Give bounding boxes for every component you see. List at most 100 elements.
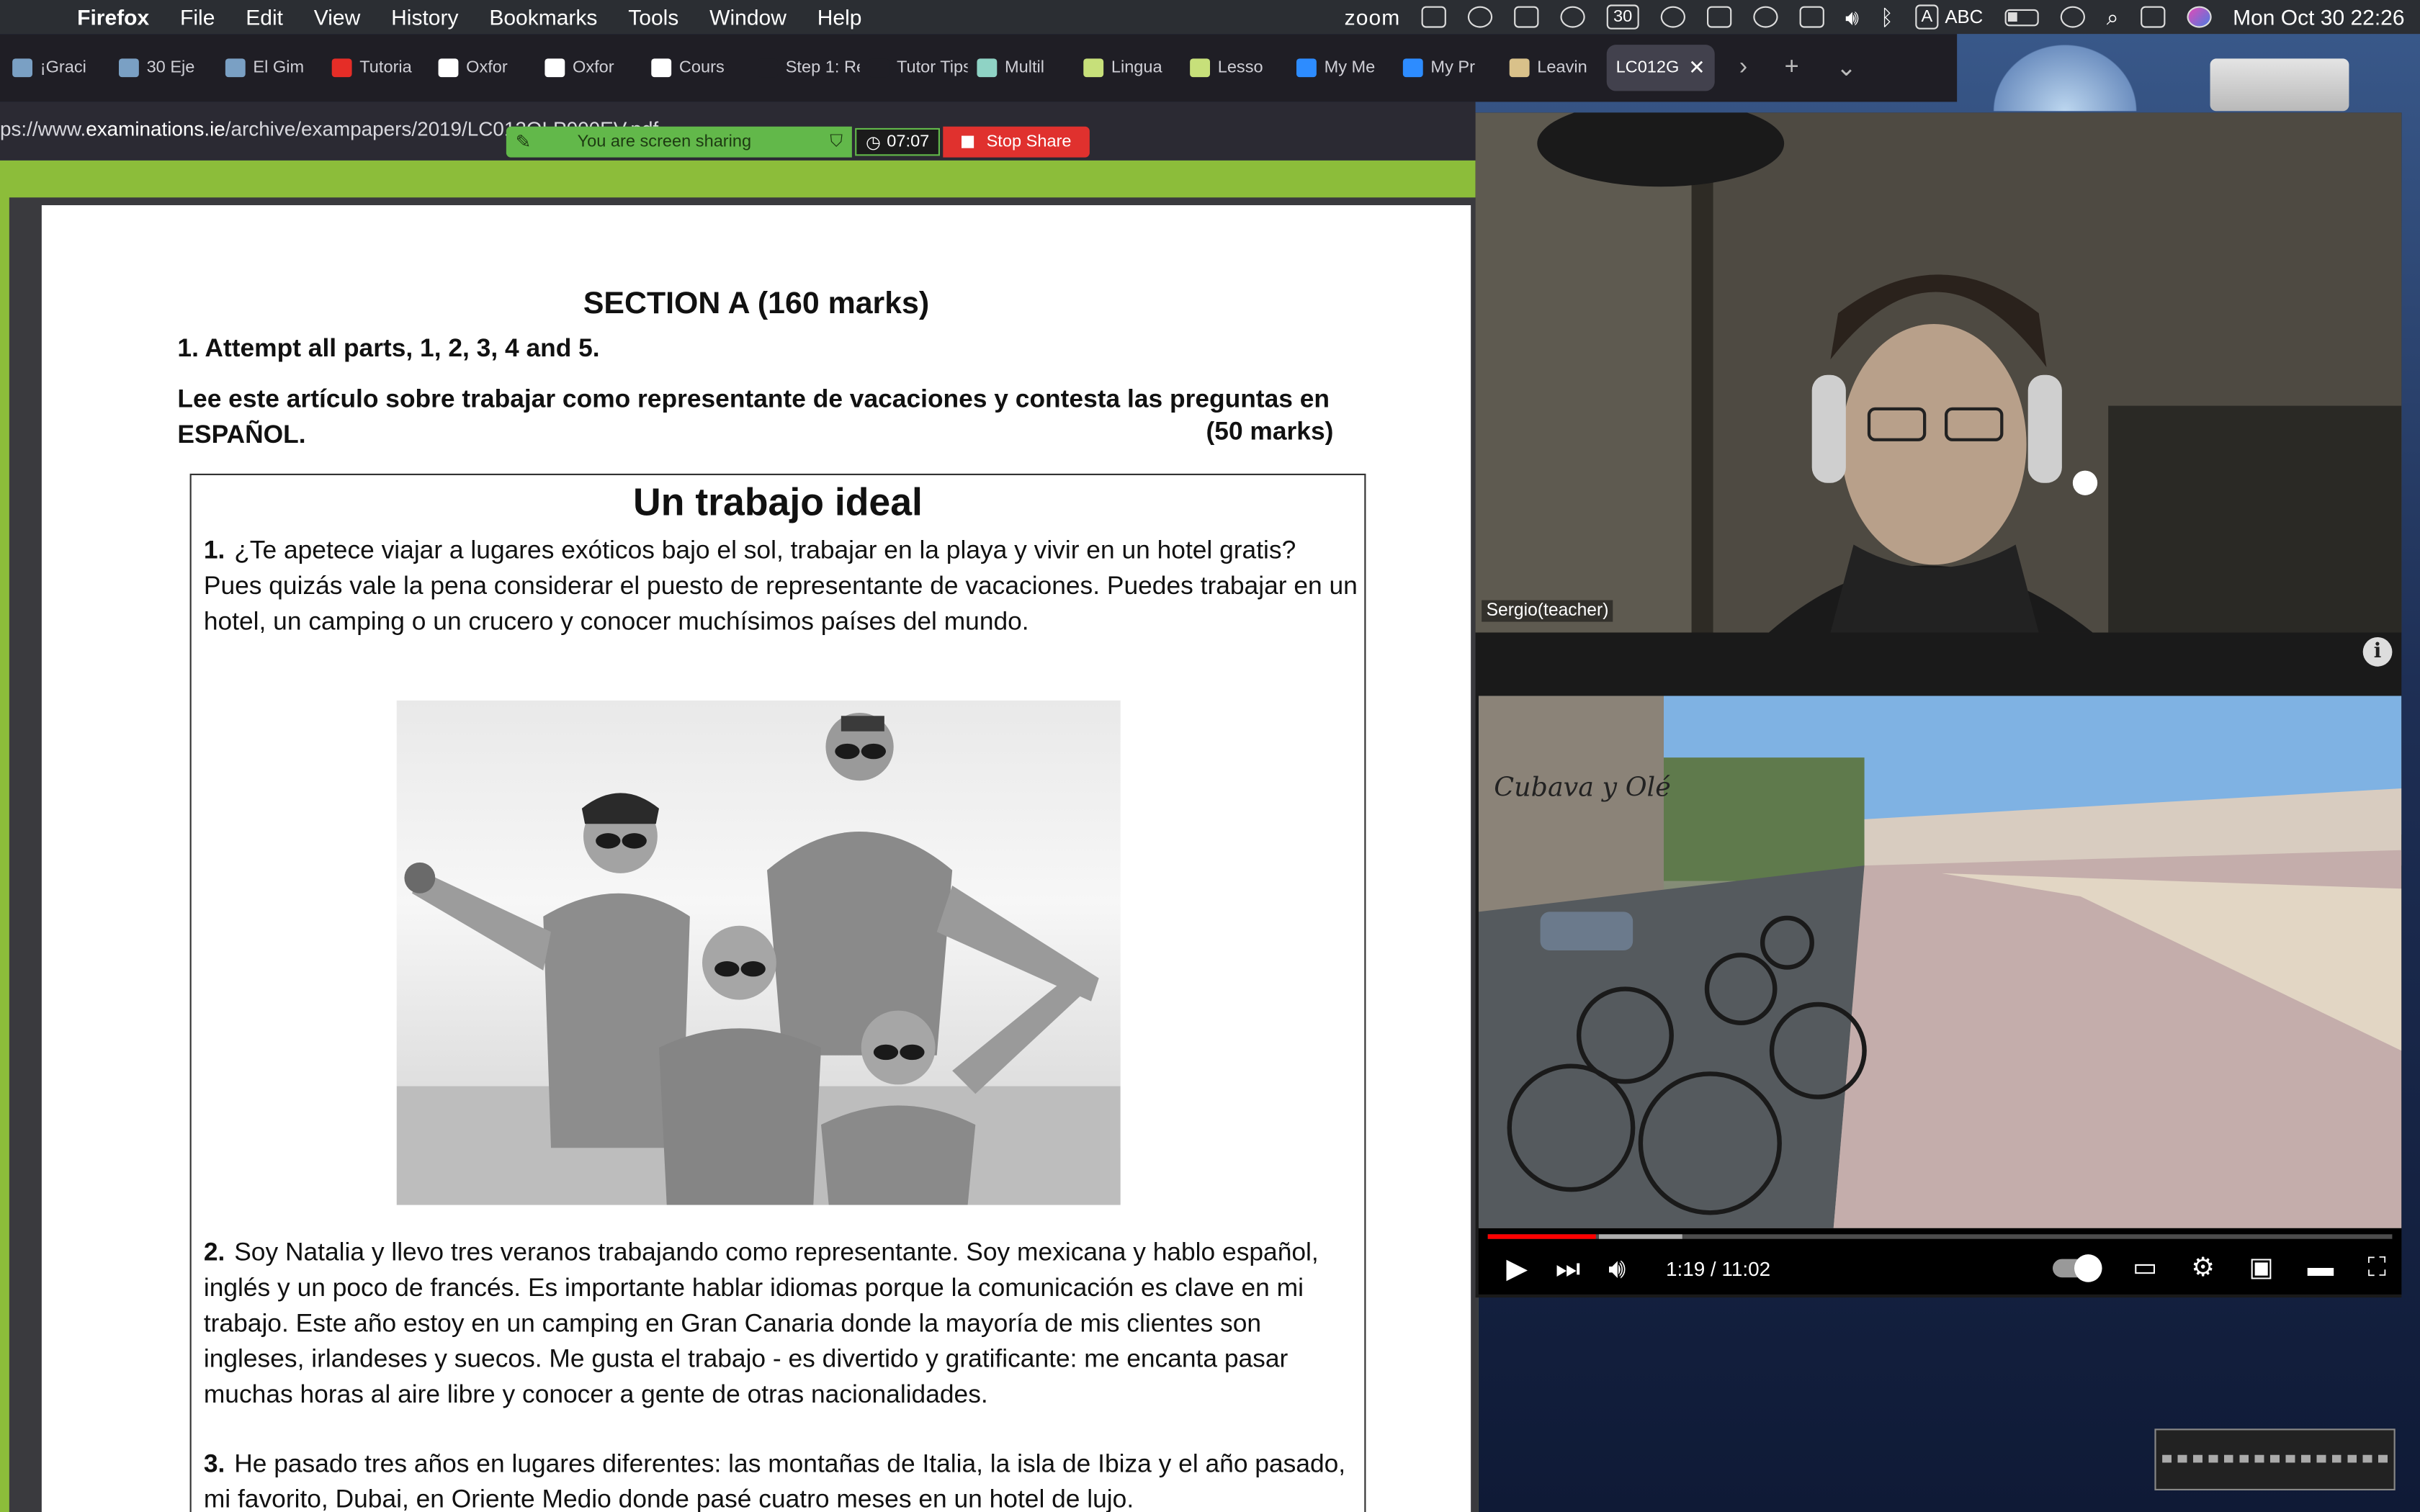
tab-4[interactable]: Tutoria bbox=[323, 45, 429, 91]
menu-view[interactable]: View bbox=[314, 4, 360, 29]
tab-favicon-icon bbox=[977, 58, 998, 78]
paragraph-number: 2. bbox=[203, 1238, 225, 1267]
tab-1[interactable]: ¡Graci bbox=[3, 45, 109, 91]
tab-favicon-icon bbox=[1083, 58, 1104, 78]
article-paragraph-3: 3. He pasado tres años en lugares diferen… bbox=[204, 1447, 1358, 1512]
subtitles-icon[interactable]: ▭ bbox=[2133, 1253, 2157, 1284]
tab-9[interactable]: Tutor Tips bbox=[860, 45, 968, 91]
display-icon[interactable] bbox=[1706, 6, 1731, 28]
tab-label: Lesso bbox=[1217, 58, 1263, 78]
tab-label: My Me bbox=[1324, 58, 1376, 78]
tab-label: Step 1: Reg bbox=[785, 58, 860, 78]
tab-14[interactable]: My Pr bbox=[1394, 45, 1500, 91]
info-icon[interactable]: i bbox=[2362, 637, 2393, 667]
disk-drive-icon[interactable] bbox=[2210, 58, 2349, 112]
tab-favicon-icon bbox=[1190, 58, 1210, 78]
screen-mirroring-icon[interactable] bbox=[1514, 6, 1540, 28]
next-icon[interactable]: ⏭ bbox=[1556, 1252, 1581, 1284]
stop-share-button[interactable]: Stop Share bbox=[943, 126, 1090, 158]
media-play-icon[interactable] bbox=[1752, 6, 1778, 28]
menu-edit[interactable]: Edit bbox=[246, 4, 283, 29]
tab-13[interactable]: My Me bbox=[1287, 45, 1394, 91]
menu-bookmarks[interactable]: Bookmarks bbox=[489, 4, 597, 29]
tab-3[interactable]: El Gim bbox=[216, 45, 323, 91]
tab-7[interactable]: Cours bbox=[642, 45, 748, 91]
chevron-right-icon[interactable]: › bbox=[1739, 54, 1747, 82]
menu-file[interactable]: File bbox=[180, 4, 215, 29]
menu-help[interactable]: Help bbox=[817, 4, 862, 29]
tab-label: 30 Eje bbox=[146, 58, 195, 78]
video-progress-fill bbox=[1487, 1234, 1596, 1239]
paragraph-number: 1. bbox=[203, 536, 225, 565]
input-source-label: ABC bbox=[1945, 6, 1984, 28]
autoplay-toggle[interactable] bbox=[2052, 1254, 2102, 1282]
paragraph-text: Soy Natalia y llevo tres veranos trabaja… bbox=[203, 1238, 1319, 1409]
spotlight-search-icon[interactable]: ⌕ bbox=[2107, 4, 2119, 30]
battery-icon[interactable] bbox=[2004, 8, 2039, 26]
youtube-video-frame[interactable]: Cubava y Olé bbox=[1478, 696, 2402, 1228]
tab-6[interactable]: Oxfor bbox=[536, 45, 642, 91]
tab-11[interactable]: Lingua bbox=[1074, 45, 1180, 91]
video-progress-bar[interactable] bbox=[1487, 1234, 2393, 1239]
pdf-page[interactable]: SECTION A (160 marks) 1. Attempt all par… bbox=[41, 205, 1471, 1512]
screenshot-icon[interactable] bbox=[1422, 6, 1447, 28]
new-tab-icon[interactable]: + bbox=[1785, 54, 1799, 82]
fullscreen-icon[interactable]: ⛶ bbox=[2367, 1253, 2386, 1284]
reading-instruction: Lee este artículo sobre trabajar como re… bbox=[177, 385, 1330, 449]
paragraph-text: He pasado tres años en lugares diferente… bbox=[203, 1450, 1346, 1512]
stop-share-label: Stop Share bbox=[986, 132, 1072, 151]
clock[interactable]: Mon Oct 30 22:26 bbox=[2233, 4, 2404, 29]
drag-handle-icon[interactable]: ✎ bbox=[516, 131, 532, 153]
screen-sharing-indicator[interactable]: ✎ You are screen sharing ⛉ bbox=[506, 126, 852, 158]
bluetooth-icon[interactable]: ᛒ bbox=[1881, 4, 1894, 29]
volume-icon[interactable]: 🔊︎ bbox=[1845, 4, 1859, 30]
article-title: Un trabajo ideal bbox=[633, 481, 923, 525]
tab-label: El Gim bbox=[253, 58, 305, 78]
tab-active[interactable]: LC012G ✕ bbox=[1606, 45, 1715, 91]
menu-history[interactable]: History bbox=[391, 4, 458, 29]
play-icon[interactable]: ▶ bbox=[1506, 1252, 1528, 1284]
cloud-icon[interactable] bbox=[1468, 6, 1493, 28]
close-tab-icon[interactable]: ✕ bbox=[1688, 55, 1705, 80]
user-icon[interactable] bbox=[1798, 6, 1824, 28]
participant-video[interactable]: Sergio(teacher) bbox=[1475, 112, 2402, 633]
menu-window[interactable]: Window bbox=[709, 4, 786, 29]
window-thumbnail[interactable] bbox=[2154, 1428, 2396, 1490]
tab-10[interactable]: Multil bbox=[968, 45, 1075, 91]
tab-8[interactable]: Step 1: Reg bbox=[748, 45, 860, 91]
youtube-player[interactable]: Cubava y Olé ▶ ⏭ 🔊︎ 1:19 / 11:02 ▭ ⚙ ▣ ▬… bbox=[1478, 696, 2402, 1295]
tab-label: Multil bbox=[1005, 58, 1045, 78]
miniplayer-icon[interactable]: ▣ bbox=[2249, 1253, 2273, 1284]
tab-label: My Pr bbox=[1430, 58, 1476, 78]
settings-gear-icon[interactable]: ⚙ bbox=[2191, 1253, 2215, 1284]
video-overlay-text: Cubava y Olé bbox=[1494, 773, 1671, 804]
url-domain: examinations.ie bbox=[86, 117, 225, 140]
video-buffer-fill bbox=[1599, 1234, 1682, 1239]
theater-mode-icon[interactable]: ▬ bbox=[2308, 1253, 2334, 1284]
stop-icon bbox=[962, 135, 974, 148]
screen-sharing-label: You are screen sharing bbox=[577, 132, 752, 151]
tab-list-chevron-icon[interactable]: ⌄ bbox=[1836, 53, 1857, 84]
zoom-status-item[interactable]: zoom bbox=[1345, 4, 1401, 29]
tab-favicon-icon bbox=[651, 58, 672, 78]
control-center-icon[interactable] bbox=[2140, 6, 2165, 28]
input-source-icon[interactable]: A bbox=[1914, 4, 1939, 30]
menu-tools[interactable]: Tools bbox=[628, 4, 678, 29]
share-timer-value: 07:07 bbox=[887, 132, 930, 151]
tab-2[interactable]: 30 Eje bbox=[109, 45, 216, 91]
tab-favicon-icon bbox=[12, 58, 32, 78]
link-icon[interactable] bbox=[2060, 6, 2085, 28]
question-1-instruction: 1. Attempt all parts, 1, 2, 3, 4 and 5. bbox=[177, 335, 600, 363]
tab-5[interactable]: Oxfor bbox=[429, 45, 536, 91]
menu-app-name[interactable]: Firefox bbox=[77, 4, 149, 29]
tab-15[interactable]: Leavin bbox=[1500, 45, 1607, 91]
siri-icon[interactable] bbox=[2186, 6, 2212, 28]
menubar: Firefox File Edit View History Bookmarks… bbox=[0, 0, 2420, 35]
volume-icon[interactable]: 🔊︎ bbox=[1608, 1252, 1626, 1284]
tab-12[interactable]: Lesso bbox=[1180, 45, 1287, 91]
globe-icon[interactable] bbox=[1561, 6, 1586, 28]
tab-label: Oxfor bbox=[466, 58, 508, 78]
tab-favicon-icon bbox=[544, 58, 565, 78]
password-manager-icon[interactable] bbox=[1659, 6, 1685, 28]
calendar-icon[interactable]: 30 bbox=[1607, 4, 1639, 30]
